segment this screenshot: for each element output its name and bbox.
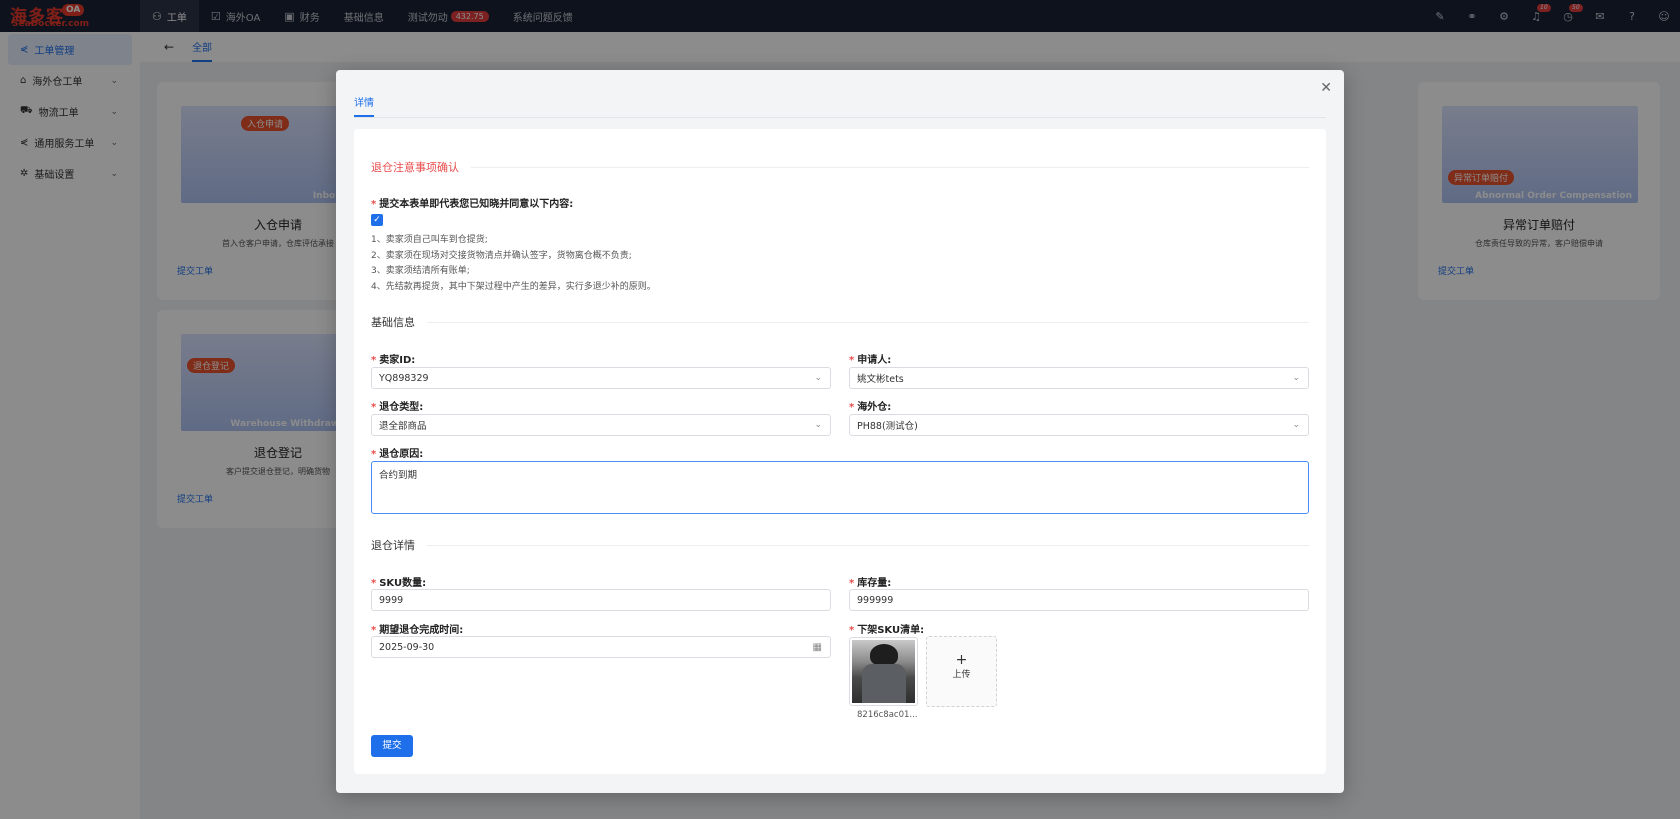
detail-modal: ✕ 详情 退仓注意事项确认 * 提交本表单即代表您已知晓并同意以下内容: ✓ 1、… [336,70,1344,793]
plus-icon: + [955,652,968,668]
stock-input[interactable]: 999999 [849,589,1309,611]
seller-id-label: * 卖家ID: [371,355,416,366]
return-type-select[interactable]: 退全部商品 ⌄ [371,414,831,436]
close-icon[interactable]: ✕ [1320,80,1332,96]
section-notice: 退仓注意事项确认 [371,159,1309,175]
person-photo [852,640,915,703]
form-panel: 退仓注意事项确认 * 提交本表单即代表您已知晓并同意以下内容: ✓ 1、卖家须自己… [354,129,1326,774]
applicant-label: * 申请人: [849,355,892,366]
warehouse-label: * 海外仓: [849,402,892,413]
sku-count-input[interactable]: 9999 [371,589,831,611]
section-basic: 基础信息 [371,314,1309,330]
stock-label: * 库存量: [849,578,892,589]
tab-detail[interactable]: 详情 [354,94,374,117]
reason-label: * 退仓原因: [371,449,424,460]
agree-label: * 提交本表单即代表您已知晓并同意以下内容: [371,199,574,210]
upload-button[interactable]: + 上传 [926,636,997,707]
chevron-down-icon: ⌄ [814,373,822,383]
sku-list-label: * 下架SKU清单: [849,625,925,636]
reason-textarea[interactable]: 合约到期 [371,461,1309,514]
return-type-label: * 退仓类型: [371,402,424,413]
calendar-icon: ▦ [812,641,822,653]
agree-checkbox[interactable]: ✓ [371,214,383,226]
applicant-select[interactable]: 姚文彬tets ⌄ [849,367,1309,389]
uploaded-file-name: 8216c8ac01... [857,710,918,720]
section-detail: 退仓详情 [371,537,1309,553]
seller-id-select[interactable]: YQ898329 ⌄ [371,367,831,389]
submit-button[interactable]: 提交 [371,735,413,757]
sku-count-label: * SKU数量: [371,578,427,589]
tab-divider [354,117,1326,118]
notice-list: 1、卖家须自己叫车到仓提货; 2、卖家须在现场对交接货物清点并确认签字，货物离仓… [371,235,656,292]
chevron-down-icon: ⌄ [1292,373,1300,383]
expect-date-picker[interactable]: 2025-09-30 ▦ [371,636,831,658]
uploaded-image-thumbnail[interactable] [849,637,918,706]
warehouse-select[interactable]: PH88(测试仓) ⌄ [849,414,1309,436]
chevron-down-icon: ⌄ [814,420,822,430]
chevron-down-icon: ⌄ [1292,420,1300,430]
expect-date-label: * 期望退仓完成时间: [371,625,464,636]
